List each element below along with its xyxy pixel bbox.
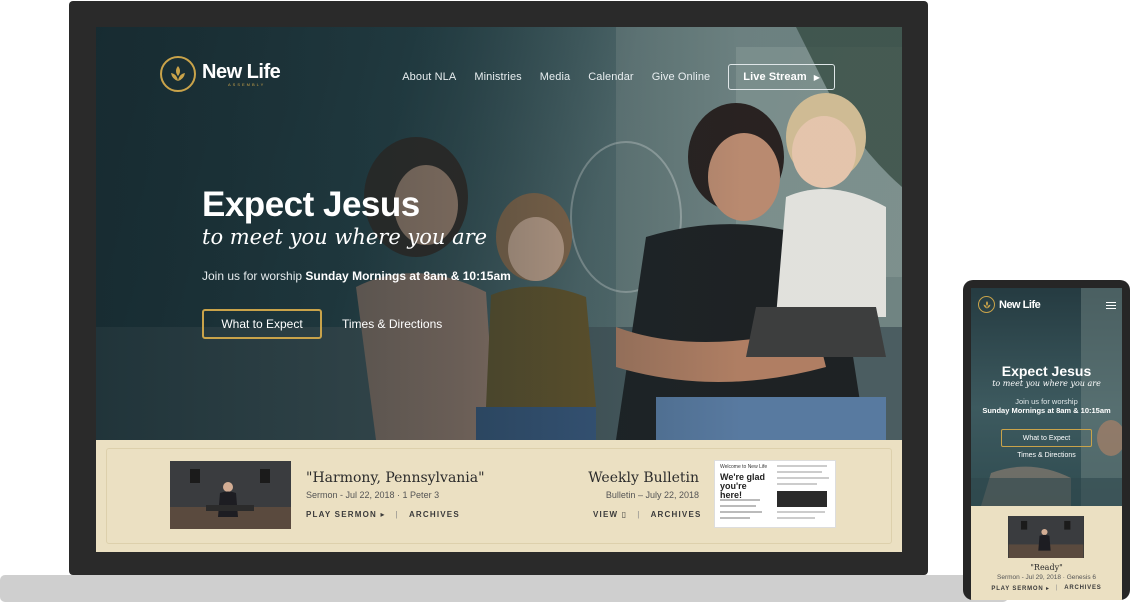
- mobile-brand-logo[interactable]: New Life: [978, 296, 1041, 313]
- sermon-archives-link[interactable]: ARCHIVES: [409, 510, 460, 519]
- mobile-sermon-title[interactable]: "Ready": [971, 563, 1122, 572]
- nav-item-give-online[interactable]: Give Online: [652, 71, 711, 83]
- nav-item-ministries[interactable]: Ministries: [474, 71, 521, 83]
- nav-item-media[interactable]: Media: [540, 71, 570, 83]
- bulletin-title[interactable]: Weekly Bulletin: [588, 470, 699, 486]
- mobile-hero-headline: Expect Jesus: [1001, 363, 1092, 379]
- leaf-flame-icon: [978, 296, 995, 313]
- mobile-hero-section: New Life Expect Jesus to meet you where …: [971, 288, 1122, 506]
- play-triangle-icon: ▸: [1046, 586, 1050, 592]
- worship-times: Join us for worship Sunday Mornings at 8…: [202, 269, 511, 283]
- mobile-sermon-thumbnail[interactable]: [1008, 516, 1084, 558]
- mobile-sermon-actions: PLAY SERMON ▸ | ARCHIVES: [971, 585, 1122, 592]
- mobile-sermon-video-frame: [1008, 516, 1084, 558]
- live-stream-button[interactable]: Live Stream ▶: [728, 64, 835, 90]
- play-sermon-link[interactable]: PLAY SERMON ▸: [306, 510, 386, 519]
- mobile-sermon-meta: Sermon - Jul 29, 2018 · Genesis 6: [997, 574, 1096, 581]
- mobile-worship-prefix: Join us for worship: [1015, 397, 1078, 406]
- mobile-hero-tagline: to meet you where you are: [992, 379, 1101, 388]
- divider: |: [395, 510, 399, 519]
- divider: |: [1055, 585, 1059, 591]
- monitor-stand: [0, 575, 1008, 602]
- mobile-play-sermon-link[interactable]: PLAY SERMON ▸: [991, 585, 1049, 592]
- bulletin-page-lines: [720, 465, 829, 519]
- mobile-what-to-expect-button[interactable]: What to Expect: [1001, 429, 1092, 447]
- hero-headline: Expect Jesus: [202, 185, 420, 224]
- worship-times-prefix: Join us for worship: [202, 269, 303, 283]
- mobile-sermon-archives-link[interactable]: ARCHIVES: [1064, 585, 1101, 592]
- desktop-website-screen: New Life Assembly About NLA Ministries M…: [96, 27, 902, 552]
- bulletin-thumbnail[interactable]: Welcome to New Life We're glad you're he…: [714, 460, 836, 528]
- mobile-website-screen: New Life Expect Jesus to meet you where …: [971, 288, 1122, 600]
- brand-logo[interactable]: New Life Assembly: [160, 56, 281, 92]
- document-icon: ▯: [621, 510, 628, 519]
- bulletin-meta: Bulletin – July 22, 2018: [605, 490, 699, 500]
- leaf-flame-icon: [160, 56, 196, 92]
- brand-name: New Life: [202, 60, 281, 83]
- sermon-actions: PLAY SERMON ▸ | ARCHIVES: [306, 510, 460, 519]
- hero-tagline: to meet you where you are: [202, 225, 488, 249]
- times-directions-link[interactable]: Times & Directions: [342, 317, 442, 331]
- featured-content-bar: "Harmony, Pennsylvania" Sermon - Jul 22,…: [96, 440, 902, 552]
- sermon-title[interactable]: "Harmony, Pennsylvania": [306, 470, 485, 486]
- mobile-worship-times: Sunday Mornings at 8am & 10:15am: [982, 406, 1111, 415]
- nav-item-about[interactable]: About NLA: [402, 71, 456, 83]
- bulletin-actions: VIEW ▯ | ARCHIVES: [593, 510, 702, 519]
- worship-times-value: Sunday Mornings at 8am & 10:15am: [305, 269, 511, 283]
- nav-item-calendar[interactable]: Calendar: [588, 71, 633, 83]
- hero-section: New Life Assembly About NLA Ministries M…: [96, 27, 902, 440]
- what-to-expect-button[interactable]: What to Expect: [202, 309, 322, 339]
- sermon-thumbnail[interactable]: [170, 461, 291, 529]
- play-triangle-icon: ▶: [813, 72, 820, 82]
- phone-frame: New Life Expect Jesus to meet you where …: [963, 280, 1130, 600]
- play-sermon-label: PLAY SERMON: [306, 510, 377, 519]
- view-bulletin-link[interactable]: VIEW ▯: [593, 510, 627, 519]
- mobile-brand-name: New Life: [999, 298, 1041, 311]
- divider: |: [637, 510, 641, 519]
- mobile-play-sermon-label: PLAY SERMON: [991, 586, 1044, 592]
- mobile-times-directions-link[interactable]: Times & Directions: [971, 452, 1122, 459]
- brand-subtitle: Assembly: [228, 81, 266, 87]
- sermon-meta: Sermon - Jul 22, 2018 · 1 Peter 3: [306, 490, 440, 500]
- bulletin-archives-link[interactable]: ARCHIVES: [651, 510, 702, 519]
- main-navigation: About NLA Ministries Media Calendar Give…: [402, 64, 835, 90]
- live-stream-label: Live Stream: [743, 71, 807, 83]
- sermon-video-frame: [170, 461, 291, 529]
- play-triangle-icon: ▸: [380, 510, 386, 519]
- hamburger-menu-icon[interactable]: [1106, 302, 1116, 311]
- view-bulletin-label: VIEW: [593, 510, 619, 519]
